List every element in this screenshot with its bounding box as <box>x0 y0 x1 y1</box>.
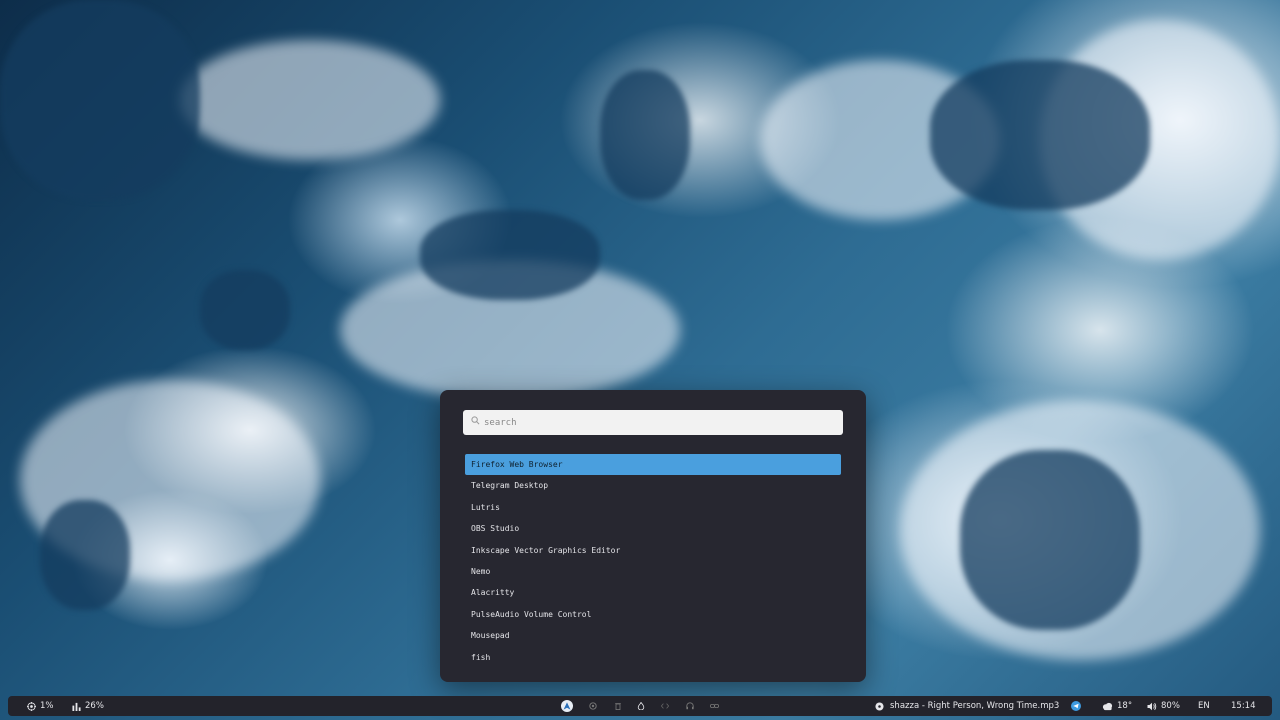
arch-logo-icon <box>563 702 571 710</box>
language-value: EN <box>1198 701 1210 711</box>
workspace-button[interactable] <box>659 700 671 712</box>
media-player[interactable]: shazza - Right Person, Wrong Time.mp3 <box>875 696 1059 716</box>
app-list-item[interactable]: Mousepad <box>465 625 841 646</box>
search-box[interactable] <box>463 410 843 435</box>
app-launcher: Firefox Web BrowserTelegram DesktopLutri… <box>440 390 866 682</box>
app-list-item[interactable]: Alacritty <box>465 582 841 603</box>
clock[interactable]: 15:14 <box>1231 696 1256 716</box>
memory-indicator[interactable]: 26% <box>72 696 104 716</box>
search-icon <box>471 416 480 425</box>
weather-indicator[interactable]: 18° <box>1102 696 1132 716</box>
workspace-button[interactable] <box>635 700 647 712</box>
workspace-button[interactable] <box>587 700 599 712</box>
workspace-button[interactable] <box>561 700 573 712</box>
wallpaper-water <box>420 210 600 300</box>
app-list-item[interactable]: Firefox Web Browser <box>465 454 841 476</box>
speaker-icon <box>1147 702 1157 710</box>
firefox-icon <box>589 702 597 710</box>
telegram-icon <box>1071 701 1081 711</box>
app-list-item[interactable]: fish <box>465 647 841 668</box>
cloud-icon <box>1102 702 1113 710</box>
wallpaper-water <box>930 60 1150 210</box>
weather-value: 18° <box>1117 701 1133 711</box>
link-icon <box>709 702 719 710</box>
volume-indicator[interactable]: 80% <box>1147 696 1180 716</box>
cpu-icon <box>27 701 36 711</box>
volume-value: 80% <box>1161 701 1180 711</box>
trash-icon <box>614 702 622 710</box>
cpu-value: 1% <box>40 701 54 711</box>
search-input[interactable] <box>484 410 834 435</box>
now-playing-title: shazza - Right Person, Wrong Time.mp3 <box>890 701 1060 711</box>
workspace-button[interactable] <box>708 700 720 712</box>
taskbar: 1% 26% shazza - Right Person, Wrong Time… <box>8 696 1272 716</box>
clock-time: 15:14 <box>1231 701 1256 711</box>
memory-value: 26% <box>85 701 104 711</box>
wallpaper-water <box>40 500 130 610</box>
memory-bars-icon <box>72 702 81 711</box>
telegram-tray[interactable] <box>1071 696 1085 716</box>
headphones-icon <box>686 702 694 710</box>
desktop-wallpaper: Firefox Web BrowserTelegram DesktopLutri… <box>0 0 1280 720</box>
app-list-item[interactable]: Nemo <box>465 561 841 582</box>
wallpaper-foam <box>180 40 440 160</box>
workspace-button[interactable] <box>612 700 624 712</box>
keyboard-layout[interactable]: EN <box>1198 696 1210 716</box>
app-list-item[interactable]: Lutris <box>465 497 841 518</box>
wallpaper-water <box>600 70 690 200</box>
fire-icon <box>637 702 645 710</box>
cpu-indicator[interactable]: 1% <box>27 696 54 716</box>
app-list-item[interactable]: Inkscape Vector Graphics Editor <box>465 540 841 561</box>
wallpaper-water <box>200 270 290 350</box>
app-list-item[interactable]: PulseAudio Volume Control <box>465 604 841 625</box>
music-disc-icon <box>875 701 884 711</box>
code-icon <box>661 702 669 710</box>
app-list-item[interactable]: OBS Studio <box>465 518 841 539</box>
app-list-item[interactable]: Telegram Desktop <box>465 475 841 496</box>
workspace-button[interactable] <box>684 700 696 712</box>
app-list: Firefox Web Browser Telegram Desktop Lutri… <box>465 454 841 668</box>
wallpaper-water <box>960 450 1140 630</box>
wallpaper-water <box>0 0 200 200</box>
